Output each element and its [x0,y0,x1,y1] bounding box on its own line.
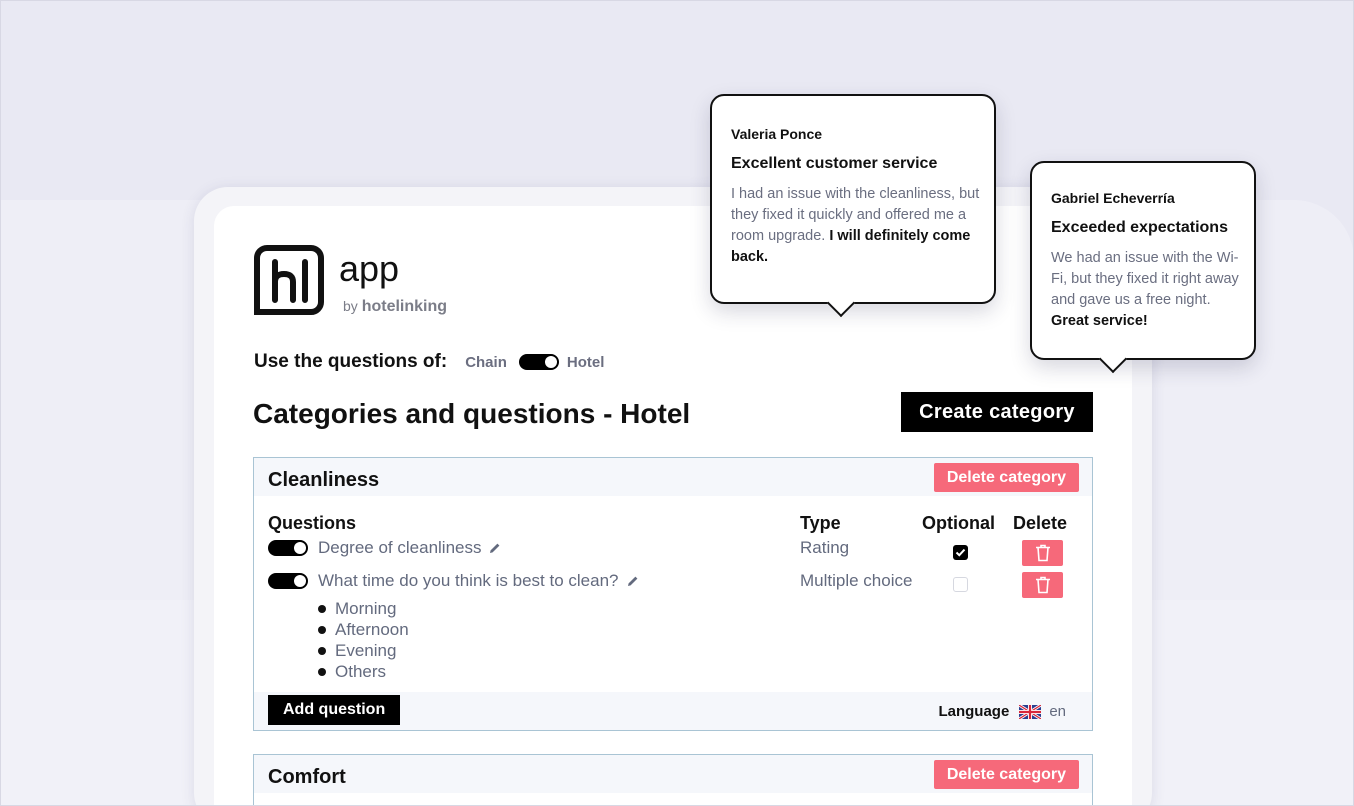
chain-option-label[interactable]: Chain [465,354,507,371]
review-body: We had an issue with the Wi-Fi, but they… [1051,248,1241,332]
check-icon [955,548,966,557]
review-title: Exceeded expectations [1051,219,1228,236]
review-bubble: Gabriel Echeverría Exceeded expectations… [1030,161,1256,360]
answer-options-list: Morning Afternoon Evening Others [318,598,409,682]
by-label: by [343,298,358,314]
review-author: Gabriel Echeverría [1051,190,1175,206]
review-text: We had an issue with the Wi-Fi, but they… [1051,250,1239,308]
category-header: Cleanliness Delete category [254,458,1092,496]
language-label: Language [938,703,1010,720]
answer-option: Afternoon [318,619,409,640]
question-row: What time do you think is best to clean? [268,571,639,591]
question-source-label: Use the questions of: [254,351,448,372]
category-card-comfort: Comfort Delete category [253,754,1093,806]
delete-question-button[interactable] [1022,540,1063,566]
hotel-option-label[interactable]: Hotel [567,354,605,371]
chain-hotel-toggle[interactable] [518,354,559,370]
category-title: Comfort [268,766,346,788]
delete-category-button[interactable]: Delete category [933,463,1079,492]
answer-option: Others [318,661,409,682]
type-column-header: Type [800,513,841,533]
logo-byline: by hotelinking [343,298,447,316]
app-name: app [339,248,400,289]
add-question-button[interactable]: Add question [268,695,401,725]
language-selector[interactable]: Language en [938,703,1066,720]
create-category-button[interactable]: Create category [901,392,1093,432]
review-author: Valeria Ponce [731,126,823,142]
delete-question-button[interactable] [1022,572,1063,598]
questions-column-header: Questions [268,513,357,533]
category-card-cleanliness: Cleanliness Delete category Questions Ty… [253,457,1093,731]
brand-name: hotelinking [361,298,448,315]
category-footer: Add question Language en [254,692,1092,730]
category-title: Cleanliness [268,469,380,491]
question-row: Degree of cleanliness [268,538,501,558]
pencil-icon[interactable] [627,575,639,587]
review-bubble: Valeria Ponce Excellent customer service… [710,94,996,304]
pencil-icon[interactable] [489,542,501,554]
question-source-row: Use the questions of: Chain Hotel [254,351,604,373]
optional-checkbox[interactable] [953,545,968,560]
page-title: Categories and questions - Hotel [253,398,691,429]
question-text: What time do you think is best to clean? [318,571,619,590]
trash-icon [1035,576,1050,594]
review-body: I had an issue with the cleanliness, but… [731,184,983,268]
question-enabled-toggle[interactable] [268,573,308,589]
uk-flag-icon [1019,704,1042,719]
hl-logo-icon [254,245,324,315]
question-enabled-toggle[interactable] [268,540,308,556]
answer-option: Morning [318,598,409,619]
question-text: Degree of cleanliness [318,538,482,557]
review-highlight: Great service! [1051,313,1148,329]
answer-option: Evening [318,640,409,661]
category-header: Comfort Delete category [254,755,1092,793]
optional-checkbox[interactable] [953,577,968,592]
language-code: en [1049,703,1066,720]
question-type: Rating [800,538,850,557]
delete-column-header: Delete [1013,513,1068,533]
review-title: Excellent customer service [731,155,938,172]
question-type: Multiple choice [800,571,913,590]
delete-category-button[interactable]: Delete category [933,760,1079,789]
optional-column-header: Optional [922,513,995,533]
trash-icon [1035,544,1050,562]
